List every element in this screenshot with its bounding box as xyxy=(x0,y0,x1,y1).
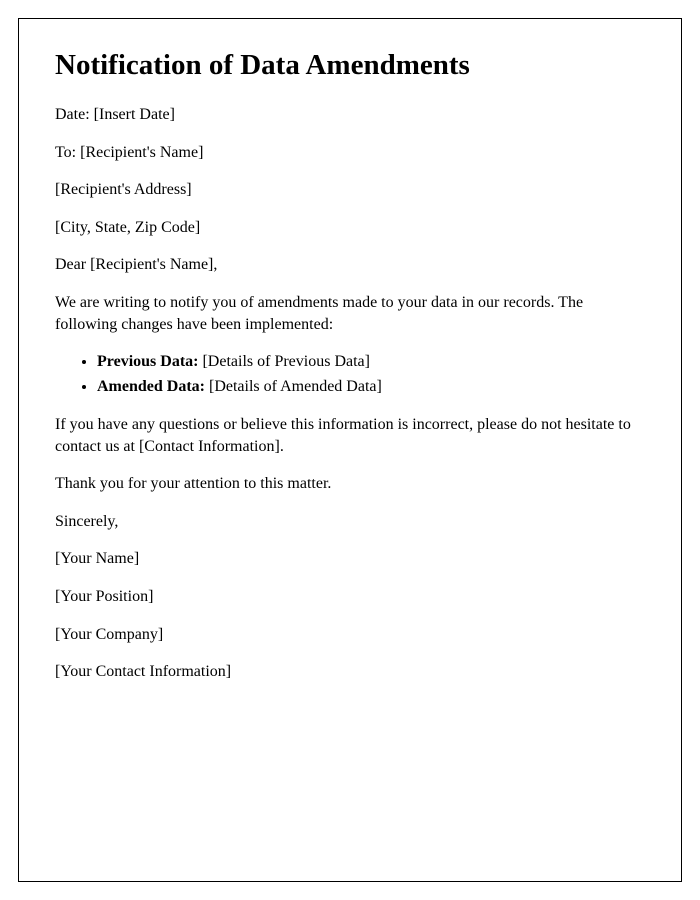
previous-data-label: Previous Data: xyxy=(97,353,198,370)
amendments-list: Previous Data: [Details of Previous Data… xyxy=(97,351,645,398)
recipient-address: [Recipient's Address] xyxy=(55,179,645,201)
list-item: Previous Data: [Details of Previous Data… xyxy=(97,351,645,373)
thanks-paragraph: Thank you for your attention to this mat… xyxy=(55,473,645,495)
date-label: Date: xyxy=(55,106,94,123)
intro-paragraph: We are writing to notify you of amendmen… xyxy=(55,292,645,335)
signer-position: [Your Position] xyxy=(55,586,645,608)
page-title: Notification of Data Amendments xyxy=(55,49,645,82)
signer-company: [Your Company] xyxy=(55,624,645,646)
signer-contact: [Your Contact Information] xyxy=(55,661,645,683)
salutation: Dear [Recipient's Name], xyxy=(55,254,645,276)
list-item: Amended Data: [Details of Amended Data] xyxy=(97,376,645,398)
to-line: To: [Recipient's Name] xyxy=(55,142,645,164)
document-page: Notification of Data Amendments Date: [I… xyxy=(18,18,682,882)
city-state-zip: [City, State, Zip Code] xyxy=(55,217,645,239)
amended-data-label: Amended Data: xyxy=(97,378,205,395)
questions-paragraph: If you have any questions or believe thi… xyxy=(55,414,645,457)
date-line: Date: [Insert Date] xyxy=(55,104,645,126)
to-value: [Recipient's Name] xyxy=(80,144,203,161)
to-label: To: xyxy=(55,144,80,161)
closing: Sincerely, xyxy=(55,511,645,533)
amended-data-value: [Details of Amended Data] xyxy=(205,378,382,395)
previous-data-value: [Details of Previous Data] xyxy=(198,353,370,370)
signer-name: [Your Name] xyxy=(55,548,645,570)
date-value: [Insert Date] xyxy=(94,106,175,123)
